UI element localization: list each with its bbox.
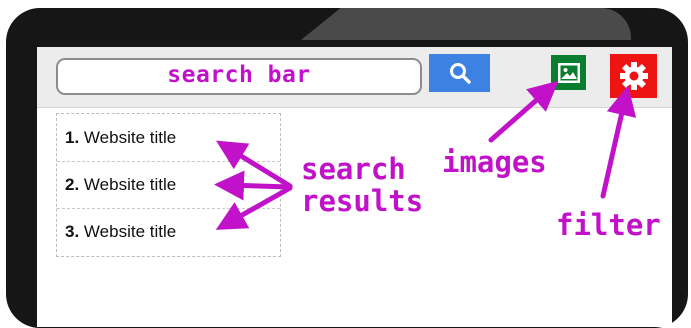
arrow-to-result-3	[215, 185, 293, 230]
arrow-to-result-1	[216, 140, 293, 189]
arrow-to-result-2	[214, 170, 293, 201]
arrow-to-filter	[600, 85, 637, 199]
arrow-to-images	[488, 80, 559, 143]
annotation-arrows	[214, 80, 637, 230]
